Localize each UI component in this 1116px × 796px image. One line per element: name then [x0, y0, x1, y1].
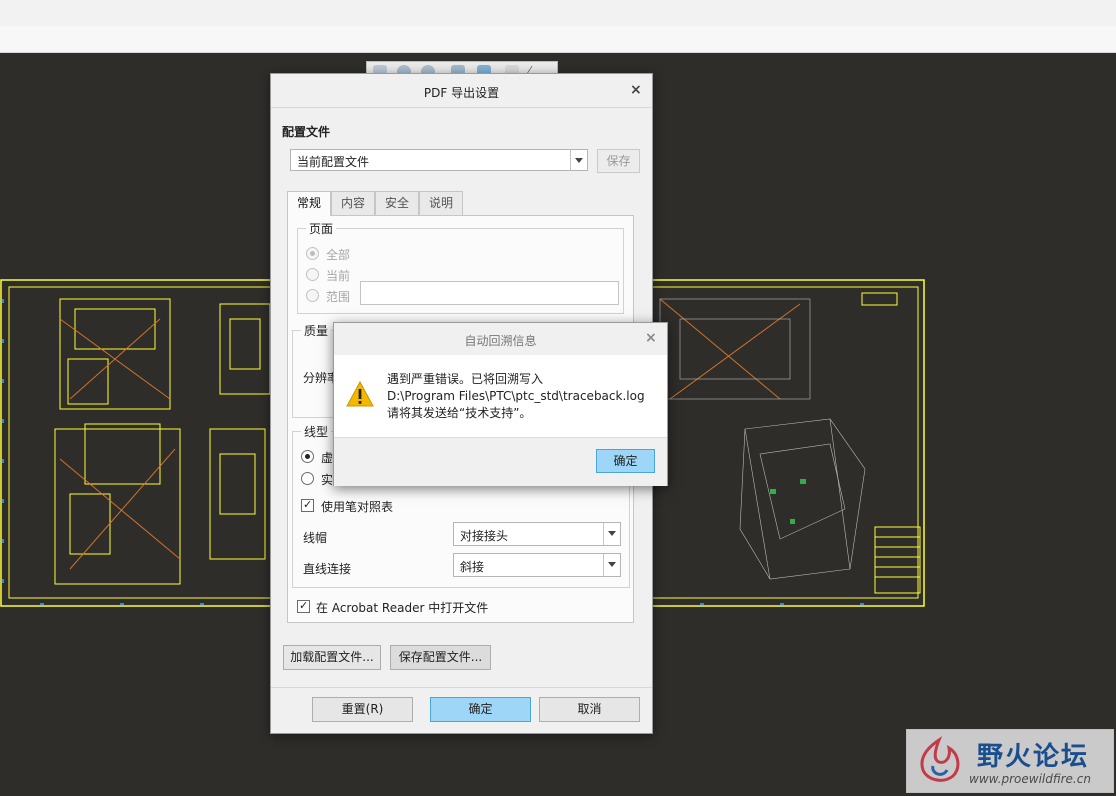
chevron-down-icon[interactable]	[603, 523, 620, 545]
flame-logo-icon	[920, 736, 960, 782]
pages-range-radio[interactable]	[306, 289, 319, 302]
tab-content[interactable]: 内容	[331, 191, 375, 215]
close-icon[interactable]: ×	[645, 330, 657, 346]
pages-all-radio[interactable]	[306, 247, 319, 260]
pages-legend: 页面	[306, 220, 337, 237]
line-cap-select[interactable]: 对接接头	[453, 522, 621, 546]
line-join-value: 斜接	[460, 560, 485, 574]
page-range-input[interactable]	[360, 281, 619, 305]
footer-divider	[271, 687, 652, 688]
profile-select[interactable]: 当前配置文件	[290, 149, 588, 171]
chevron-down-icon[interactable]	[603, 554, 620, 576]
error-footer: 确定	[334, 437, 667, 486]
chevron-down-icon[interactable]	[570, 150, 587, 170]
tab-description[interactable]: 说明	[419, 191, 463, 215]
linetype-dashed-radio[interactable]	[301, 450, 314, 463]
close-icon[interactable]: ×	[630, 82, 642, 98]
error-title: 自动回溯信息	[464, 334, 537, 348]
profile-value: 当前配置文件	[297, 155, 370, 169]
linetype-legend: 线型	[301, 423, 332, 440]
open-in-reader-checkbox[interactable]	[297, 599, 310, 613]
error-message-line-1: 遇到严重错误。已将回溯写入	[387, 372, 544, 386]
reset-button[interactable]: 重置(R)	[312, 697, 413, 722]
linetype-solid-label: 实	[321, 473, 334, 487]
ribbon-strip	[0, 26, 1116, 52]
pages-group: 页面 全部 当前 范围	[297, 220, 624, 314]
save-profile-inline-button[interactable]: 保存	[597, 149, 640, 173]
forum-watermark: 野火论坛 www.proewildfire.cn	[906, 729, 1114, 793]
linetype-solid-radio[interactable]	[301, 472, 314, 485]
line-join-select[interactable]: 斜接	[453, 553, 621, 577]
watermark-brand: 野火论坛	[977, 742, 1090, 772]
dialog-title: PDF 导出设置	[423, 86, 500, 100]
line-cap-value: 对接接头	[460, 529, 509, 543]
profile-label: 配置文件	[282, 125, 331, 139]
pages-all-label: 全部	[326, 248, 351, 262]
ok-button[interactable]: 确定	[430, 697, 531, 722]
dialog-titlebar: PDF 导出设置 ×	[271, 74, 652, 108]
use-pen-table-checkbox[interactable]	[301, 498, 314, 512]
error-message-line-3: 请将其发送给“技术支持”。	[387, 406, 532, 420]
linetype-dashed-label: 虚	[321, 451, 334, 465]
load-profile-button[interactable]: 加载配置文件...	[283, 645, 381, 670]
pages-range-label: 范围	[326, 290, 351, 304]
use-pen-table-label: 使用笔对照表	[321, 500, 394, 514]
error-body: 遇到严重错误。已将回溯写入 D:\Program Files\PTC\ptc_s…	[334, 355, 667, 437]
open-in-reader-label: 在 Acrobat Reader 中打开文件	[316, 601, 489, 615]
line-join-label: 直线连接	[303, 562, 352, 576]
quality-legend: 质量	[301, 322, 332, 339]
pages-current-radio[interactable]	[306, 268, 319, 281]
warning-triangle-icon	[346, 381, 374, 407]
watermark-url: www.proewildfire.cn	[969, 772, 1091, 786]
line-cap-label: 线帽	[303, 531, 328, 545]
traceback-error-dialog: 自动回溯信息 × 遇到严重错误。已将回溯写入 D:\Program Files\…	[333, 322, 668, 486]
ribbon-area	[0, 0, 1116, 53]
save-profile-button[interactable]: 保存配置文件...	[390, 645, 491, 670]
tab-security[interactable]: 安全	[375, 191, 419, 215]
cancel-button[interactable]: 取消	[539, 697, 640, 722]
error-titlebar: 自动回溯信息 ×	[334, 323, 667, 355]
error-message-line-2: D:\Program Files\PTC\ptc_std\traceback.l…	[387, 389, 645, 403]
error-ok-button[interactable]: 确定	[596, 449, 655, 473]
pages-current-label: 当前	[326, 269, 351, 283]
tab-general[interactable]: 常规	[287, 191, 331, 216]
